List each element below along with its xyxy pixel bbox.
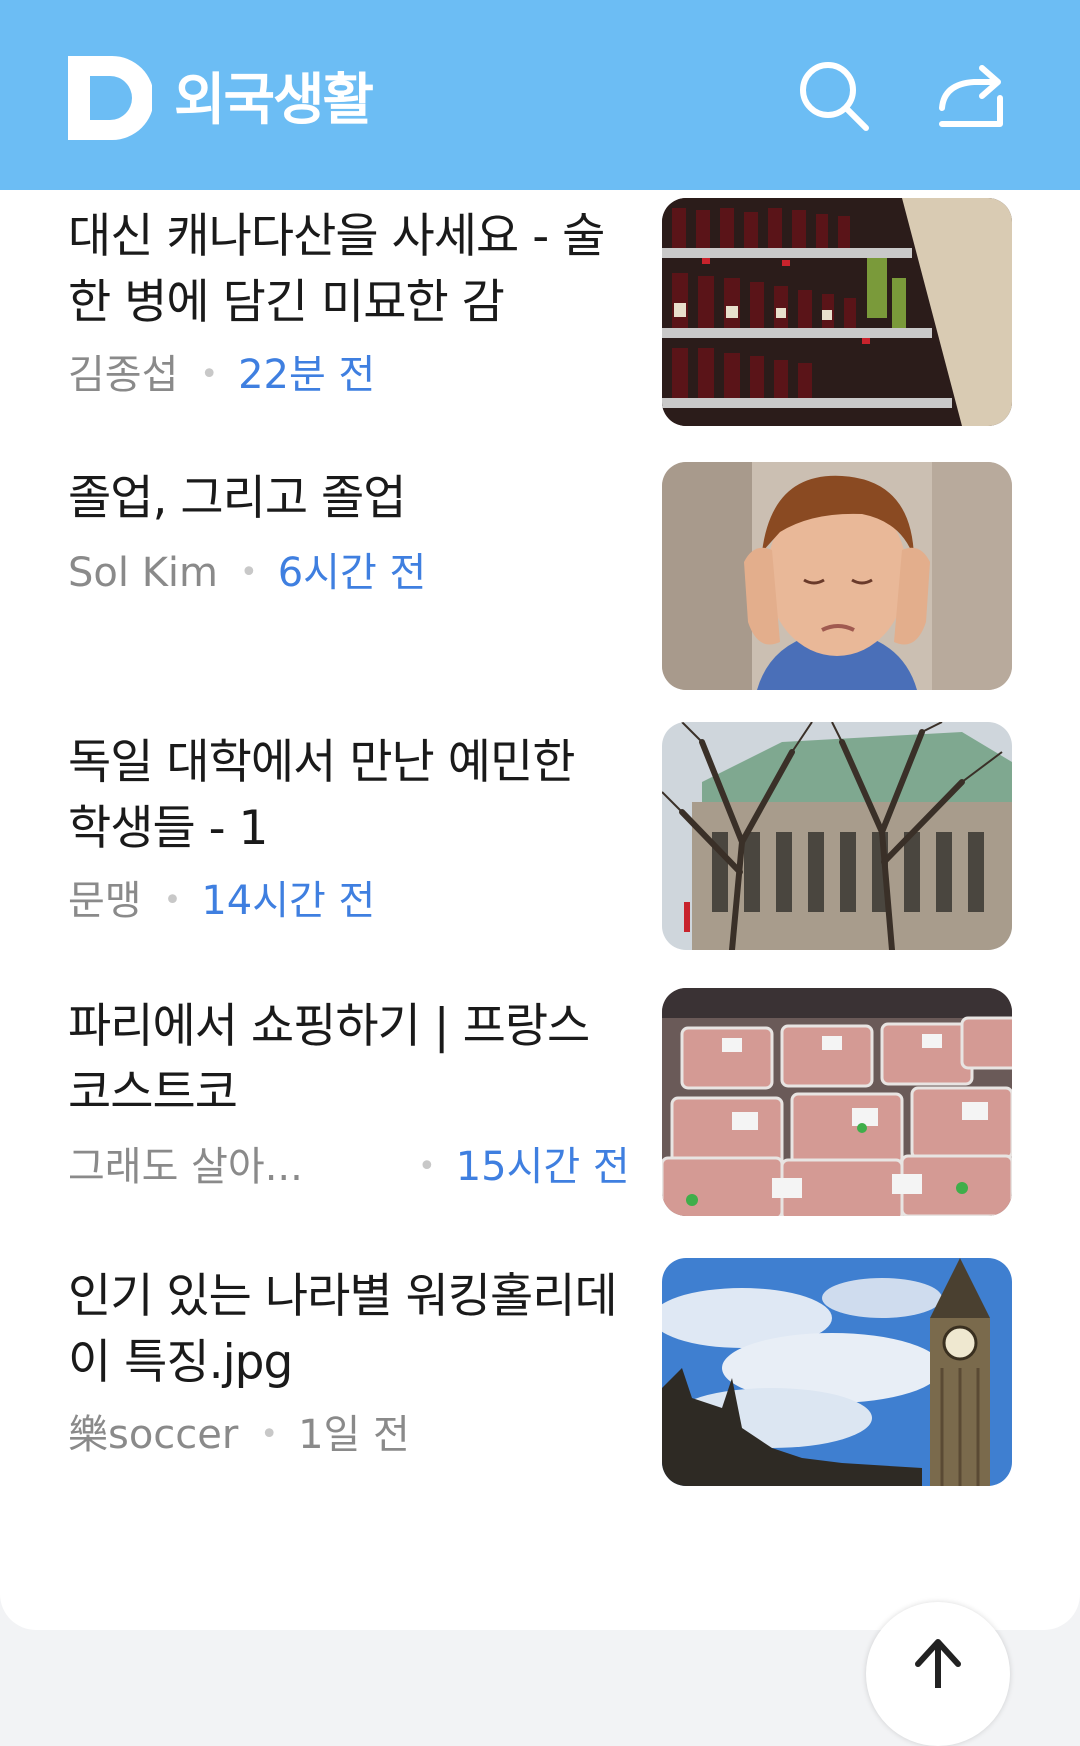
article-time: 22분 전: [238, 352, 376, 398]
search-icon[interactable]: [796, 58, 872, 134]
wine-shelves-image: [662, 198, 1012, 426]
daum-logo-icon[interactable]: [68, 56, 152, 140]
article-item[interactable]: 졸업, 그리고 졸업 Sol Kim • 6시간 전: [0, 462, 1080, 692]
article-thumbnail[interactable]: [662, 1258, 1012, 1486]
article-title[interactable]: 파리에서 쇼핑하기 | 프랑스 코스트코: [68, 994, 628, 1126]
article-thumbnail[interactable]: [662, 462, 1012, 690]
share-icon[interactable]: [934, 58, 1010, 134]
article-time: 6시간 전: [277, 550, 427, 596]
page-title[interactable]: 외국생활: [174, 66, 374, 136]
article-item[interactable]: 인기 있는 나라별 워킹홀리데이 특징.jpg 樂soccer • 1일 전: [0, 1258, 1080, 1488]
article-meta: Sol Kim • 6시간 전: [68, 548, 426, 598]
article-author: 김종섭: [68, 352, 179, 398]
arrow-up-icon: [915, 1639, 961, 1688]
separator-dot: •: [200, 357, 219, 392]
big-ben-image: [662, 1258, 1012, 1486]
article-item[interactable]: 대신 캐나다산을 사세요 - 술 한 병에 담긴 미묘한 감 김종섭 • 22분 전: [0, 198, 1080, 428]
separator-dot: •: [260, 1417, 279, 1452]
article-time: 14시간 전: [201, 878, 376, 924]
article-author: 樂soccer: [68, 1412, 239, 1458]
university-building-image: [662, 722, 1012, 950]
article-time: 1일 전: [298, 1412, 410, 1458]
article-meta: 김종섭 • 22분 전: [68, 350, 375, 400]
article-item[interactable]: 파리에서 쇼핑하기 | 프랑스 코스트코 그래도 살아... • 15시간 전: [0, 988, 1080, 1224]
article-item[interactable]: 독일 대학에서 만난 예민한 학생들 - 1 문맹 • 14시간 전: [0, 722, 1080, 958]
separator-dot: •: [240, 555, 258, 590]
separator-dot: •: [418, 1149, 436, 1184]
article-thumbnail[interactable]: [662, 988, 1012, 1216]
article-thumbnail[interactable]: [662, 722, 1012, 950]
app-header: 외국생활: [0, 0, 1080, 190]
article-author: 그래도 살아...: [68, 1144, 303, 1190]
boy-covering-ears-image: [662, 462, 1012, 690]
scroll-to-top-button[interactable]: [866, 1602, 1010, 1746]
article-feed: 대신 캐나다산을 사세요 - 술 한 병에 담긴 미묘한 감 김종섭 • 22분 전: [0, 190, 1080, 1630]
article-author: Sol Kim: [68, 550, 218, 596]
article-title[interactable]: 독일 대학에서 만난 예민한 학생들 - 1: [68, 730, 628, 862]
article-title[interactable]: 졸업, 그리고 졸업: [68, 466, 628, 532]
article-title[interactable]: 인기 있는 나라별 워킹홀리데이 특징.jpg: [68, 1264, 628, 1396]
article-thumbnail[interactable]: [662, 198, 1012, 426]
article-meta: 문맹 • 14시간 전: [68, 876, 375, 926]
article-title[interactable]: 대신 캐나다산을 사세요 - 술 한 병에 담긴 미묘한 감: [68, 204, 628, 336]
article-author: 문맹: [68, 878, 142, 924]
article-meta: 樂soccer • 1일 전: [68, 1410, 410, 1460]
meat-packages-image: [662, 988, 1012, 1216]
separator-dot: •: [163, 883, 182, 918]
article-time: 15시간 전: [455, 1144, 630, 1190]
article-meta: 그래도 살아... • 15시간 전: [68, 1142, 630, 1192]
